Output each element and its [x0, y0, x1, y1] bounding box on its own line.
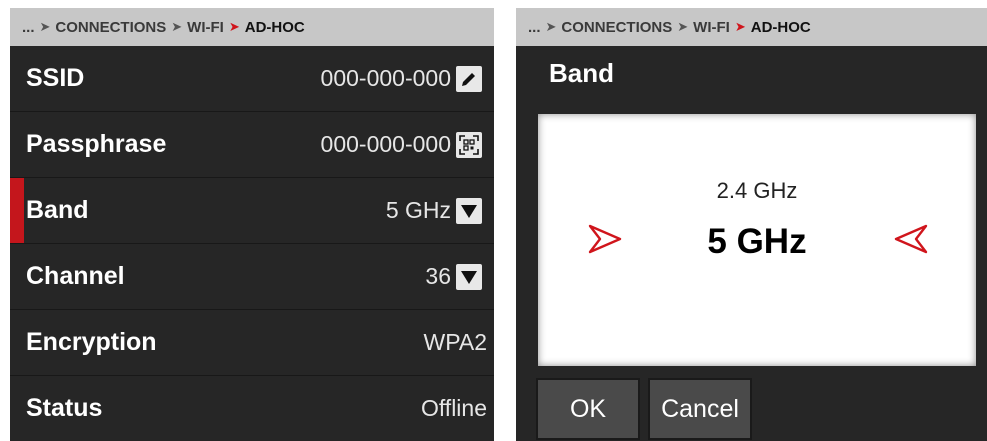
setting-value: Offline: [420, 395, 487, 421]
setting-row-status: Status Offline: [10, 376, 494, 441]
setting-value: 000-000-000: [320, 65, 451, 91]
selection-indicator: [10, 178, 24, 243]
setting-row-channel[interactable]: Channel 36: [10, 244, 494, 310]
qr-code-icon[interactable]: [456, 131, 482, 158]
dropdown-icon[interactable]: [456, 197, 482, 224]
pencil-icon[interactable]: [456, 65, 482, 92]
selector-left-arrow-icon: [894, 224, 928, 254]
band-picker[interactable]: 2.4 GHz 5 GHz: [538, 114, 976, 366]
breadcrumb-connections[interactable]: CONNECTIONS: [55, 19, 166, 36]
band-picker-panel: ... ➤ CONNECTIONS ➤ WI-FI ➤ AD-HOC Band …: [516, 8, 987, 441]
dropdown-icon[interactable]: [456, 263, 482, 290]
breadcrumb-separator-icon: ➤: [39, 19, 51, 34]
breadcrumb-separator-icon: ➤: [677, 19, 689, 34]
breadcrumb-current: AD-HOC: [244, 18, 305, 36]
breadcrumb: ... ➤ CONNECTIONS ➤ WI-FI ➤ AD-HOC: [516, 8, 987, 46]
setting-row-encryption[interactable]: Encryption WPA2: [10, 310, 494, 376]
setting-value: 36: [425, 263, 451, 289]
setting-label: Status: [26, 394, 103, 422]
ok-button[interactable]: OK: [536, 378, 640, 440]
setting-value: 000-000-000: [320, 131, 451, 157]
dialog-title: Band: [549, 58, 614, 88]
breadcrumb-wifi[interactable]: WI-FI: [187, 19, 224, 36]
breadcrumb-current-marker-icon: ➤: [228, 19, 240, 34]
setting-label: Encryption: [26, 328, 157, 356]
cancel-button[interactable]: Cancel: [648, 378, 752, 440]
setting-row-band[interactable]: Band 5 GHz: [10, 178, 494, 244]
breadcrumb-root[interactable]: ...: [22, 19, 35, 36]
setting-label: SSID: [26, 64, 85, 92]
breadcrumb-wifi[interactable]: WI-FI: [693, 19, 730, 36]
breadcrumb-current-marker-icon: ➤: [734, 19, 746, 34]
breadcrumb-separator-icon: ➤: [171, 19, 183, 34]
settings-panel: ... ➤ CONNECTIONS ➤ WI-FI ➤ AD-HOC SSID …: [10, 8, 494, 441]
setting-value: WPA2: [423, 329, 487, 355]
setting-label: Passphrase: [26, 130, 167, 158]
option-2-4ghz[interactable]: 2.4 GHz: [538, 178, 976, 204]
setting-value: 5 GHz: [385, 197, 451, 223]
setting-label: Band: [26, 196, 89, 224]
breadcrumb-root[interactable]: ...: [528, 19, 541, 36]
setting-row-ssid[interactable]: SSID 000-000-000: [10, 46, 494, 112]
breadcrumb-separator-icon: ➤: [545, 19, 557, 34]
breadcrumb-current: AD-HOC: [750, 18, 811, 36]
selector-right-arrow-icon: [588, 224, 622, 254]
breadcrumb-connections[interactable]: CONNECTIONS: [561, 19, 672, 36]
setting-label: Channel: [26, 262, 125, 290]
breadcrumb: ... ➤ CONNECTIONS ➤ WI-FI ➤ AD-HOC: [10, 8, 494, 46]
setting-row-passphrase[interactable]: Passphrase 000-000-000: [10, 112, 494, 178]
